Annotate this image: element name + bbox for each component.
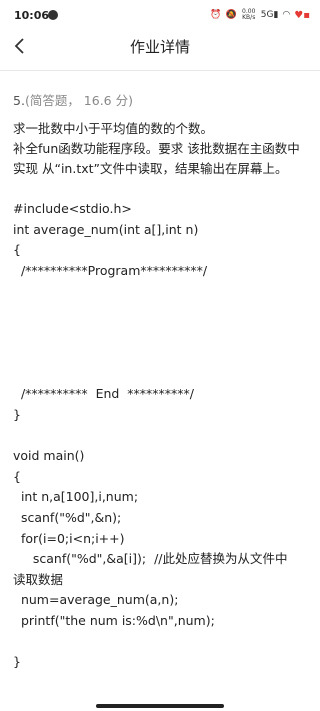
mute-icon: 🔕	[225, 10, 237, 20]
status-bar: 10:06 ⏰ 🔕 0.00 KB/s 5G▮ ◠ ♥▪	[0, 0, 320, 32]
question-header: 5.(简答题， 16.6 分)	[13, 90, 311, 109]
question-number: 5.	[13, 93, 25, 108]
page-title: 作业详情	[129, 38, 190, 56]
question-description: 求一批数中小于平均值的数的个数。 补全fun函数功能程序段。要求 该批数据在主函…	[13, 121, 300, 176]
signal-icon: 5G▮	[260, 10, 279, 20]
header-divider	[0, 70, 320, 71]
status-time: 10:06	[14, 9, 50, 22]
battery-icon: ♥▪	[294, 9, 310, 21]
app-header: 作业详情	[0, 32, 320, 62]
question-content: 5.(简答题， 16.6 分) 求一批数中小于平均值的数的个数。 补全fun函数…	[13, 90, 311, 673]
question-meta: (简答题， 16.6 分)	[24, 93, 133, 108]
wifi-icon: ◠	[282, 10, 291, 20]
question-code: #include<stdio.h> int average_num(int a[…	[13, 201, 288, 670]
status-icons: ⏰ 🔕 0.00 KB/s 5G▮ ◠ ♥▪	[210, 9, 310, 21]
notification-icon	[48, 10, 58, 20]
net-speed: 0.00 KB/s	[242, 8, 256, 21]
home-indicator[interactable]	[96, 704, 224, 708]
alarm-icon: ⏰	[210, 10, 222, 20]
